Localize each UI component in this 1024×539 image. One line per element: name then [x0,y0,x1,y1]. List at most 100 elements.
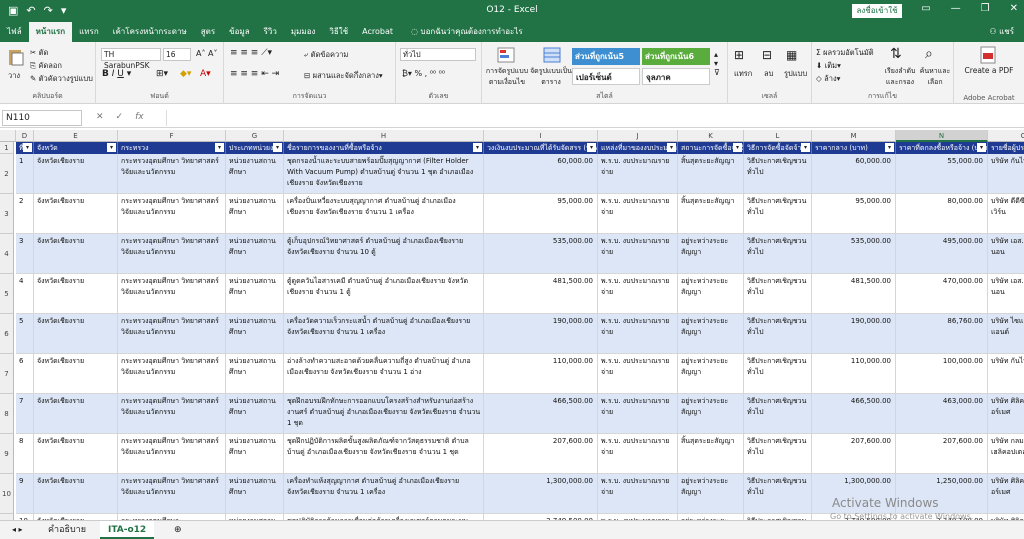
function-icon[interactable]: fx [135,112,144,122]
table-cell-price[interactable]: 100,000.00 [896,354,988,394]
table-cell-type[interactable]: หน่วยงานสถานศึกษา [226,394,284,434]
table-cell-budget[interactable]: 466,500.00 [484,394,598,434]
format-cells-icon[interactable]: ▦ [786,48,797,62]
table-cell-status[interactable]: อยู่ระหว่างระยะสัญญา [678,474,744,514]
column-header-o[interactable]: O [988,130,1024,142]
table-cell-budget[interactable]: 535,000.00 [484,234,598,274]
table-cell-prov[interactable]: จังหวัดเชียงราย [34,314,118,354]
table-header-cell[interactable]: รายชื่อผู้ประกอบการที่ได้รับคัดเลือก▾ [988,142,1024,154]
table-cell-price[interactable]: 495,000.00 [896,234,988,274]
table-cell-item[interactable]: อ่างล้างทำความสะอาดด้วยคลื่นความถี่สูง ต… [284,354,484,394]
table-cell-prov[interactable]: จังหวัดเชียงราย [34,434,118,474]
table-cell-src[interactable]: พ.ร.บ. งบประมาณรายจ่าย [598,434,678,474]
filter-dropdown-icon[interactable]: ▾ [23,143,32,152]
table-cell-src[interactable]: พ.ร.บ. งบประมาณรายจ่าย [598,474,678,514]
tell-me-box[interactable]: ◌ บอกฉันว่าคุณต้องการทำอะไร [404,22,530,42]
style-percent[interactable]: เปอร์เซ็นต์ [572,68,640,85]
table-cell-ref[interactable]: 481,500.00 [812,274,896,314]
paste-button[interactable]: วาง [8,70,20,82]
pdf-icon[interactable] [978,46,998,64]
table-cell-type[interactable]: หน่วยงานสถานศึกษา [226,314,284,354]
column-header-i[interactable]: I [484,130,598,142]
table-cell-vendor[interactable]: บริษัท ไซแอนติฟิค แอนด์ [988,314,1024,354]
table-cell-prov[interactable]: จังหวัดเชียงราย [34,274,118,314]
table-header-cell[interactable]: วิธีการจัดซื้อจัดจ้าง ▾ [744,142,812,154]
sheet-tab-description[interactable]: คำอธิบาย [40,521,94,539]
table-header-cell[interactable]: ราคากลาง (บาท) ▾ [812,142,896,154]
table-header-cell[interactable]: สถานะการจัดซื้อจัดจ้าง▾ [678,142,744,154]
table-cell-type[interactable]: หน่วยงานสถานศึกษา [226,434,284,474]
row-header[interactable]: 6 [0,314,14,354]
table-cell-ref[interactable]: 535,000.00 [812,234,896,274]
table-cell-no[interactable]: 1 [16,154,34,194]
table-cell-budget[interactable]: 95,000.00 [484,194,598,234]
column-header-e[interactable]: E [34,130,118,142]
table-cell-price[interactable]: 55,000.00 [896,154,988,194]
restore-button[interactable]: ❐ [981,3,990,14]
style-accent5[interactable]: ส่วนที่ถูกเน้น5 [572,48,640,65]
add-sheet-icon[interactable]: ⊕ [166,521,190,539]
tab-acrobat[interactable]: Acrobat [355,22,400,42]
table-cell-item[interactable]: เครื่องทำแห้งสุญญากาศ ตำบลบ้านดู่ อำเภอเ… [284,474,484,514]
table-cell-method[interactable]: วิธีประกาศเชิญชวนทั่วไป [744,474,812,514]
table-cell-item[interactable]: ตู้เก็บอุปกรณ์วิทยาศาสตร์ ตำบลบ้านดู่ อำ… [284,234,484,274]
column-header-n[interactable]: N [896,130,988,142]
tab-page-layout[interactable]: เค้าโครงหน้ากระดาษ [106,22,194,42]
tab-review[interactable]: รีวิว [257,22,284,42]
table-cell-min[interactable]: กระทรวงอุดมศึกษา วิทยาศาสตร์ วิจัยและนวั… [118,314,226,354]
sort-filter-button[interactable]: เรียงลำดับและกรอง [884,66,916,88]
table-cell-min[interactable]: กระทรวงอุดมศึกษา วิทยาศาสตร์ วิจัยและนวั… [118,394,226,434]
table-header-cell[interactable]: กระทรวง ▾ [118,142,226,154]
table-cell-method[interactable]: วิธีประกาศเชิญชวนทั่วไป [744,194,812,234]
table-cell-prov[interactable]: จังหวัดเชียงราย [34,194,118,234]
table-cell-status[interactable]: อยู่ระหว่างระยะสัญญา [678,314,744,354]
table-cell-no[interactable]: 2 [16,194,34,234]
table-cell-item[interactable]: ชุดกรองน้ำและระบบสายพร้อมปั๊มสุญญากาศ (F… [284,154,484,194]
table-cell-no[interactable]: 7 [16,394,34,434]
find-select-icon[interactable]: ⌕ [925,46,933,62]
table-cell-price[interactable]: 207,600.00 [896,434,988,474]
table-cell-vendor[interactable]: บริษัท กันไทย จำกัด [988,154,1024,194]
table-cell-budget[interactable]: 1,300,000.00 [484,474,598,514]
table-cell-type[interactable]: หน่วยงานสถานศึกษา [226,194,284,234]
font-color-icon[interactable]: A▾ [200,69,211,79]
table-cell-price[interactable]: 80,000.00 [896,194,988,234]
tab-formulas[interactable]: สูตร [194,22,222,42]
tab-file[interactable]: ไฟล์ [0,22,29,42]
tab-view[interactable]: มุมมอง [284,22,323,42]
sort-filter-icon[interactable]: ⇅ [890,46,902,62]
format-table-button[interactable]: จัดรูปแบบเป็นตาราง [530,66,572,88]
share-button[interactable]: ⚇ แชร์ [982,22,1024,42]
filter-dropdown-icon[interactable]: ▾ [215,143,224,152]
table-cell-min[interactable]: กระทรวงอุดมศึกษา วิทยาศาสตร์ วิจัยและนวั… [118,474,226,514]
grow-font-icon[interactable]: A˄ A˅ [196,49,218,58]
table-cell-src[interactable]: พ.ร.บ. งบประมาณรายจ่าย [598,314,678,354]
table-header-cell[interactable]: แหล่งที่มาของงบประมาณ ▾ [598,142,678,154]
row-header[interactable]: 8 [0,394,14,434]
autosum-button[interactable]: Σ ผลรวมอัตโนมัติ [816,47,874,59]
number-format-select[interactable]: ทั่วไป [400,48,476,61]
row-header[interactable]: 10 [0,474,14,514]
select-all-corner[interactable] [0,130,16,142]
table-header-cell[interactable]: จังหวัด ▾ [34,142,118,154]
table-cell-prov[interactable]: จังหวัดเชียงราย [34,154,118,194]
table-cell-no[interactable]: 5 [16,314,34,354]
clear-button[interactable]: ◇ ล้าง▾ [816,73,840,85]
table-cell-min[interactable]: กระทรวงอุดมศึกษา วิทยาศาสตร์ วิจัยและนวั… [118,354,226,394]
table-cell-item[interactable]: เครื่องปั่นเหวี่ยงระบบสุญญากาศ ตำบลบ้านด… [284,194,484,234]
delete-cells-icon[interactable]: ⊟ [762,48,772,62]
sheet-nav-icon[interactable]: ◂ ▸ [4,521,31,539]
table-cell-status[interactable]: สิ้นสุดระยะสัญญา [678,154,744,194]
merge-center-button[interactable]: ⊟ ผสานและจัดกึ่งกลาง▾ [304,70,383,82]
cut-button[interactable]: ✂ ตัด [30,47,48,59]
table-cell-ref[interactable]: 466,500.00 [812,394,896,434]
column-header-f[interactable]: F [118,130,226,142]
format-painter-button[interactable]: ✎ ตัวคัดวางรูปแบบ [30,73,93,85]
formula-input[interactable] [166,110,1022,126]
table-header-cell[interactable]: วงเงินงบประมาณที่ได้รับจัดสรร (บาท) ▾ [484,142,598,154]
table-cell-src[interactable]: พ.ร.บ. งบประมาณรายจ่าย [598,354,678,394]
table-cell-status[interactable]: อยู่ระหว่างระยะสัญญา [678,274,744,314]
create-pdf-button[interactable]: Create a PDF [964,66,1014,75]
row-header[interactable]: 3 [0,194,14,234]
close-button[interactable]: ✕ [1010,3,1018,14]
